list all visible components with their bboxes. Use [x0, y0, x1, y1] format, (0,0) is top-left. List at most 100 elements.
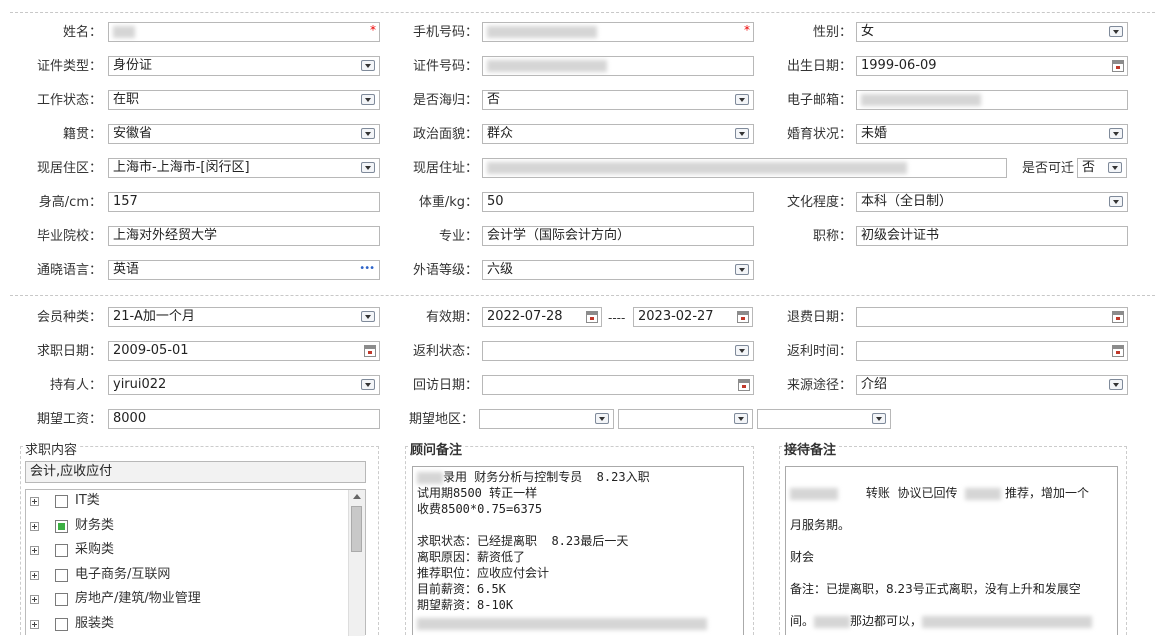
- chevron-down-icon[interactable]: [1109, 128, 1123, 139]
- major-input[interactable]: 会计学（国际会计方向）: [482, 226, 754, 246]
- chevron-down-icon[interactable]: [1108, 162, 1122, 173]
- valid-to-input[interactable]: 2023-02-27: [633, 307, 753, 327]
- major-label: 专业：: [438, 229, 478, 244]
- region-city-select[interactable]: [618, 409, 753, 429]
- id-type-select[interactable]: 身份证: [108, 56, 380, 76]
- expand-icon[interactable]: [30, 546, 39, 555]
- chevron-down-icon[interactable]: [1109, 26, 1123, 37]
- birth-date-input[interactable]: 1999-06-09: [856, 56, 1128, 76]
- chevron-down-icon[interactable]: [361, 128, 375, 139]
- phone-input[interactable]: *: [482, 22, 754, 42]
- language-value: 英语: [113, 262, 140, 277]
- valid-separator: ----: [608, 311, 626, 325]
- expand-icon[interactable]: [30, 570, 39, 580]
- weight-input[interactable]: 50: [482, 192, 754, 212]
- checkbox[interactable]: [55, 617, 68, 631]
- lang-level-select[interactable]: 六级: [482, 260, 754, 280]
- member-type-select[interactable]: 21-A加一个月: [108, 307, 380, 327]
- job-content-summary[interactable]: 会计,应收应付: [25, 461, 366, 483]
- chevron-down-icon[interactable]: [361, 379, 375, 390]
- residence-addr-input[interactable]: [482, 158, 1007, 178]
- region-district-select[interactable]: [757, 409, 891, 429]
- political-select[interactable]: 群众: [482, 124, 754, 144]
- advisor-note-text: 期望薪资：8-10K: [417, 598, 514, 612]
- calendar-icon[interactable]: [1112, 60, 1124, 72]
- reception-notes-textarea[interactable]: 转账 协议已回传 推荐，增加一个 月服务期。 财会 备注：已提离职，8.23号正…: [785, 466, 1118, 635]
- marital-select[interactable]: 未婚: [856, 124, 1128, 144]
- chevron-down-icon[interactable]: [361, 94, 375, 105]
- title-input[interactable]: 初级会计证书: [856, 226, 1128, 246]
- language-input[interactable]: 英语 •••: [108, 260, 380, 280]
- expand-icon[interactable]: [30, 521, 39, 531]
- region-province-select[interactable]: [479, 409, 614, 429]
- chevron-down-icon[interactable]: [361, 60, 375, 71]
- scroll-up-icon[interactable]: [353, 494, 361, 499]
- reception-line3: 财会: [790, 550, 815, 564]
- chevron-down-icon[interactable]: [1109, 196, 1123, 207]
- calendar-icon[interactable]: [737, 311, 749, 323]
- returnee-select[interactable]: 否: [482, 90, 754, 110]
- chevron-down-icon[interactable]: [1109, 379, 1123, 390]
- calendar-icon[interactable]: [364, 345, 376, 357]
- checkbox[interactable]: [55, 568, 68, 582]
- calendar-icon[interactable]: [1112, 311, 1124, 323]
- residence-area-select[interactable]: 上海市-上海市-[闵行区]: [108, 158, 380, 178]
- more-icon[interactable]: •••: [359, 261, 375, 278]
- job-date-input[interactable]: 2009-05-01: [108, 341, 380, 361]
- advisor-notes-textarea[interactable]: 录用 财务分析与控制专员 8.23入职 试用期8500 转正一样 收费8500*0.…: [412, 466, 744, 635]
- work-status-select[interactable]: 在职: [108, 90, 380, 110]
- email-input[interactable]: [856, 90, 1128, 110]
- calendar-icon[interactable]: [738, 379, 750, 391]
- school-input[interactable]: 上海对外经贸大学: [108, 226, 380, 246]
- refund-date-input[interactable]: [856, 307, 1128, 327]
- holder-select[interactable]: yirui022: [108, 375, 380, 395]
- id-number-input[interactable]: [482, 56, 754, 76]
- rebate-time-input[interactable]: [856, 341, 1128, 361]
- source-select[interactable]: 介绍: [856, 375, 1128, 395]
- chevron-down-icon[interactable]: [734, 413, 748, 424]
- member-type-label: 会员种类：: [36, 310, 102, 325]
- expand-icon[interactable]: [30, 619, 39, 629]
- chevron-down-icon[interactable]: [595, 413, 609, 424]
- tree-scrollbar[interactable]: [348, 490, 365, 636]
- chevron-down-icon[interactable]: [361, 311, 375, 322]
- expand-icon[interactable]: [30, 595, 39, 604]
- name-label: 姓名：: [62, 25, 102, 40]
- visit-date-input[interactable]: [482, 375, 754, 395]
- reception-line1b: 推荐，增加一个: [1004, 486, 1089, 500]
- chevron-down-icon[interactable]: [735, 264, 749, 275]
- checkbox[interactable]: [55, 519, 68, 533]
- checkbox[interactable]: [55, 495, 68, 508]
- salary-input[interactable]: 8000: [108, 409, 380, 429]
- chevron-down-icon[interactable]: [872, 413, 886, 424]
- height-input[interactable]: 157: [108, 192, 380, 212]
- education-value: 本科（全日制）: [861, 194, 953, 209]
- advisor-note-line: 推荐职位：应收应付会计: [417, 565, 739, 581]
- name-input[interactable]: *: [108, 22, 380, 42]
- work-status-value: 在职: [113, 92, 140, 107]
- rebate-time-label: 返利时间：: [786, 344, 852, 359]
- checkbox[interactable]: [55, 593, 68, 606]
- member-type-value: 21-A加一个月: [113, 309, 195, 324]
- chevron-down-icon[interactable]: [735, 128, 749, 139]
- lang-level-value: 六级: [487, 262, 514, 277]
- calendar-icon[interactable]: [1112, 345, 1124, 357]
- residence-addr-label: 现居住址：: [412, 161, 478, 176]
- scroll-thumb[interactable]: [351, 506, 362, 552]
- chevron-down-icon[interactable]: [735, 94, 749, 105]
- section-divider: [10, 295, 1155, 296]
- rebate-status-select[interactable]: [482, 341, 754, 361]
- reception-line1a: 转账 协议已回传: [865, 486, 958, 500]
- chevron-down-icon[interactable]: [735, 345, 749, 356]
- valid-from-input[interactable]: 2022-07-28: [482, 307, 602, 327]
- chevron-down-icon[interactable]: [361, 162, 375, 173]
- calendar-icon[interactable]: [586, 311, 598, 323]
- native-select[interactable]: 安徽省: [108, 124, 380, 144]
- tree-item-label: 财务类: [75, 517, 115, 533]
- gender-select[interactable]: 女: [856, 22, 1128, 42]
- checkbox[interactable]: [55, 544, 68, 557]
- education-select[interactable]: 本科（全日制）: [856, 192, 1128, 212]
- advisor-note-line: [417, 517, 739, 533]
- expand-icon[interactable]: [30, 497, 39, 506]
- relocate-select[interactable]: 否: [1077, 158, 1127, 178]
